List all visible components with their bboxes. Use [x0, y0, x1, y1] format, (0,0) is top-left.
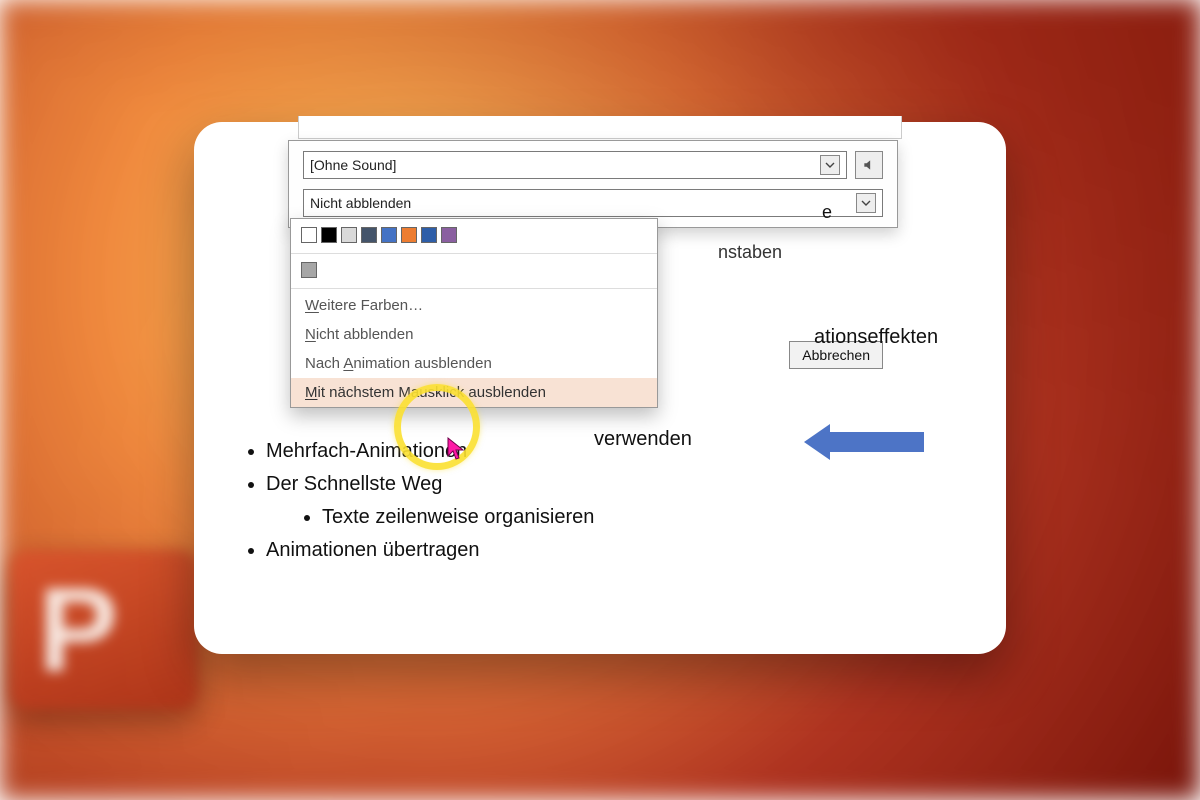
list-item: Der Schnellste Weg Texte zeilenweise org… [266, 469, 986, 533]
after-animation-combobox[interactable]: Nicht abblenden [303, 189, 883, 217]
preview-sound-button[interactable] [855, 151, 883, 179]
list-item: Mehrfach-Animationen [266, 436, 986, 467]
chevron-down-icon[interactable] [820, 155, 840, 175]
sound-combobox-value: [Ohne Sound] [310, 157, 396, 173]
chevron-down-icon[interactable] [856, 193, 876, 213]
thumbnail-card: [Ohne Sound] Nicht abblenden OK Abbreche… [194, 122, 1006, 654]
powerpoint-badge: P [10, 550, 198, 710]
color-swatch[interactable] [361, 227, 377, 243]
menu-item-label: nimation ausblenden [353, 355, 491, 372]
menu-item-hide-after-anim[interactable]: Nach Animation ausblenden [291, 349, 657, 378]
after-animation-dropdown: Weitere Farben… Nicht abblenden Nach Ani… [290, 218, 658, 408]
menu-item-label: Nach [305, 355, 343, 372]
menu-item-label: icht abblenden [316, 326, 414, 343]
color-swatch[interactable] [401, 227, 417, 243]
hotkey-letter: N [305, 326, 316, 343]
menu-item-more-colors[interactable]: Weitere Farben… [291, 291, 657, 320]
hotkey-letter: M [305, 384, 318, 401]
menu-item-label: it nächstem Mausklick ausblenden [318, 384, 546, 401]
color-swatch[interactable] [301, 227, 317, 243]
recent-color-row [291, 256, 657, 286]
separator [291, 253, 657, 254]
color-swatch[interactable] [321, 227, 337, 243]
color-swatch[interactable] [421, 227, 437, 243]
hotkey-letter: A [343, 355, 353, 372]
separator [291, 288, 657, 289]
list-item: Texte zeilenweise organisieren [322, 502, 986, 533]
menu-item-hide-on-click[interactable]: Mit nächstem Mausklick ausblenden [291, 378, 657, 407]
sound-combobox[interactable]: [Ohne Sound] [303, 151, 847, 179]
hotkey-letter: W [305, 297, 319, 314]
obscured-text-fragment: nstaben [718, 242, 782, 263]
obscured-text-fragment: e [822, 202, 832, 223]
obscured-text-fragment: ationseffekten [814, 326, 938, 349]
color-swatch[interactable] [441, 227, 457, 243]
list-item: Animationen übertragen [266, 535, 986, 566]
dialog-top-fragment [298, 116, 902, 139]
after-animation-combobox-value: Nicht abblenden [310, 195, 411, 211]
menu-item-label: eitere Farben… [319, 297, 423, 314]
list-item-label: Der Schnellste Weg [266, 473, 442, 495]
effect-options-dialog: [Ohne Sound] Nicht abblenden OK Abbreche… [288, 140, 898, 228]
menu-item-no-dim[interactable]: Nicht abblenden [291, 320, 657, 349]
color-swatch[interactable] [341, 227, 357, 243]
color-palette-row [291, 219, 657, 251]
color-swatch[interactable] [381, 227, 397, 243]
recent-color-swatch[interactable] [301, 262, 317, 278]
slide-body-text: Mehrfach-Animationen Der Schnellste Weg … [220, 434, 986, 568]
